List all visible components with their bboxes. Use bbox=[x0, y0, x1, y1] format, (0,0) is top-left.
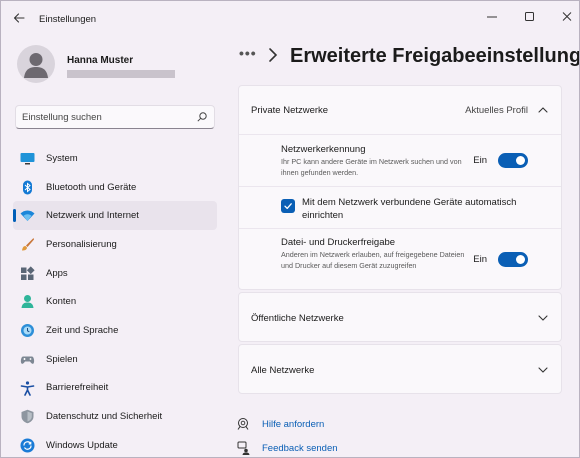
network-discovery-row: Netzwerkerkennung Ihr PC kann andere Ger… bbox=[239, 134, 561, 186]
breadcrumb-overflow-button[interactable]: ••• bbox=[239, 45, 257, 61]
sidebar-item-network[interactable]: Netzwerk und Internet bbox=[13, 201, 217, 231]
minimize-icon[interactable] bbox=[482, 8, 502, 26]
paintbrush-icon bbox=[20, 237, 35, 252]
sidebar-item-label: Barrierefreiheit bbox=[46, 382, 109, 394]
chevron-down-icon[interactable] bbox=[537, 312, 549, 324]
sidebar-item-label: Apps bbox=[46, 267, 68, 279]
sidebar-item-label: Netzwerk und Internet bbox=[46, 210, 139, 222]
avatar[interactable] bbox=[17, 45, 55, 83]
private-networks-card: Private Netzwerke Aktuelles Profil Netzw… bbox=[238, 85, 562, 290]
send-feedback-link[interactable]: Feedback senden bbox=[262, 443, 338, 454]
sidebar-item-label: Windows Update bbox=[46, 439, 118, 451]
auto-setup-label: Mit dem Netzwerk verbundene Geräte autom… bbox=[302, 197, 517, 221]
auto-setup-checkbox[interactable] bbox=[281, 199, 295, 213]
all-networks-title: Alle Netzwerke bbox=[251, 365, 315, 376]
monitor-icon bbox=[20, 151, 35, 166]
update-icon bbox=[20, 438, 35, 453]
private-networks-header[interactable]: Private Netzwerke Aktuelles Profil bbox=[239, 86, 561, 134]
globe-clock-icon bbox=[20, 323, 35, 338]
sidebar-item-time-language[interactable]: Zeit und Sprache bbox=[13, 316, 217, 345]
page-title: Erweiterte Freigabeeinstellung bbox=[290, 45, 580, 67]
toggle-knob bbox=[516, 255, 525, 264]
shield-icon bbox=[20, 409, 35, 424]
sidebar-item-windows-update[interactable]: Windows Update bbox=[13, 431, 217, 457]
sidebar-item-gaming[interactable]: Spielen bbox=[13, 345, 217, 374]
sidebar-item-accessibility[interactable]: Barrierefreiheit bbox=[13, 374, 217, 403]
sidebar-item-label: Bluetooth und Geräte bbox=[46, 181, 137, 193]
person-avatar-icon bbox=[24, 53, 48, 78]
file-printer-sharing-state: Ein bbox=[473, 254, 487, 265]
chevron-up-icon[interactable] bbox=[537, 104, 549, 116]
file-printer-sharing-row: Datei- und Druckerfreigabe Anderen im Ne… bbox=[239, 228, 561, 290]
private-networks-title: Private Netzwerke bbox=[251, 105, 329, 116]
wifi-icon bbox=[20, 208, 35, 223]
back-arrow-icon[interactable] bbox=[11, 10, 27, 26]
title-bar: Einstellungen bbox=[1, 1, 579, 35]
user-name: Hanna Muster bbox=[67, 55, 134, 66]
file-printer-sharing-description: Anderen im Netzwerk erlauben, auf freige… bbox=[281, 250, 465, 270]
network-discovery-description: Ihr PC kann andere Geräte im Netzwerk su… bbox=[281, 157, 462, 177]
sidebar-nav: System Bluetooth und Geräte Netzwerk und… bbox=[13, 144, 217, 457]
search-input[interactable] bbox=[22, 110, 192, 125]
sidebar-item-apps[interactable]: Apps bbox=[13, 259, 217, 288]
sidebar-item-bluetooth[interactable]: Bluetooth und Geräte bbox=[13, 173, 217, 202]
chevron-down-icon[interactable] bbox=[537, 364, 549, 376]
sidebar-item-system[interactable]: System bbox=[13, 144, 217, 173]
network-discovery-state: Ein bbox=[473, 155, 487, 166]
search-icon[interactable] bbox=[197, 112, 207, 122]
person-icon bbox=[20, 294, 35, 309]
file-printer-sharing-title: Datei- und Druckerfreigabe bbox=[281, 237, 396, 248]
public-networks-title: Öffentliche Netzwerke bbox=[251, 313, 344, 324]
sidebar-item-label: System bbox=[46, 152, 78, 164]
sidebar-item-personalization[interactable]: Personalisierung bbox=[13, 230, 217, 259]
public-networks-card[interactable]: Öffentliche Netzwerke bbox=[238, 292, 562, 342]
user-email-redacted bbox=[67, 70, 175, 78]
sidebar-item-label: Spielen bbox=[46, 353, 78, 365]
close-icon[interactable] bbox=[557, 8, 577, 26]
sidebar-item-label: Konten bbox=[46, 296, 77, 308]
accessibility-icon bbox=[20, 380, 35, 396]
window-title: Einstellungen bbox=[39, 14, 97, 25]
checkmark-icon bbox=[284, 203, 292, 210]
network-discovery-title: Netzwerkerkennung bbox=[281, 144, 366, 155]
sidebar-item-accounts[interactable]: Konten bbox=[13, 287, 217, 316]
help-icon bbox=[237, 418, 249, 430]
current-profile-badge: Aktuelles Profil bbox=[465, 105, 528, 116]
settings-window: Einstellungen Hanna Muster Einstellung s… bbox=[0, 0, 580, 458]
auto-setup-row: Mit dem Netzwerk verbundene Geräte autom… bbox=[239, 186, 561, 228]
search-box[interactable] bbox=[15, 105, 215, 129]
sidebar-item-label: Datenschutz und Sicherheit bbox=[46, 411, 163, 423]
all-networks-card[interactable]: Alle Netzwerke bbox=[238, 344, 562, 394]
toggle-knob bbox=[516, 156, 525, 165]
bluetooth-icon bbox=[20, 180, 35, 195]
file-printer-sharing-toggle[interactable] bbox=[498, 252, 528, 267]
sidebar-item-label: Personalisierung bbox=[46, 238, 117, 250]
sidebar-item-label: Zeit und Sprache bbox=[46, 324, 119, 336]
chevron-right-icon bbox=[269, 48, 278, 62]
feedback-icon bbox=[237, 441, 250, 455]
sidebar-item-privacy[interactable]: Datenschutz und Sicherheit bbox=[13, 402, 217, 431]
gamepad-icon bbox=[20, 352, 35, 367]
network-discovery-toggle[interactable] bbox=[498, 153, 528, 168]
apps-icon bbox=[20, 266, 35, 281]
maximize-icon[interactable] bbox=[520, 8, 540, 26]
get-help-link[interactable]: Hilfe anfordern bbox=[262, 419, 324, 430]
